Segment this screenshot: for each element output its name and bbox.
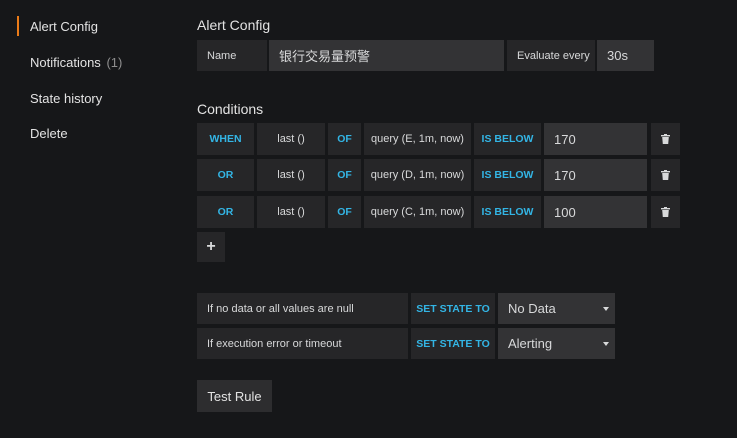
notifications-count: (1): [106, 55, 123, 70]
test-rule-button[interactable]: Test Rule: [197, 380, 272, 412]
sidebar-item-notifications[interactable]: Notifications (1): [30, 55, 122, 70]
condition-operator[interactable]: WHEN: [197, 123, 254, 155]
threshold-input[interactable]: 170: [544, 159, 647, 191]
caret-down-icon: [603, 341, 609, 346]
threshold-input[interactable]: 170: [544, 123, 647, 155]
add-condition-button[interactable]: +: [197, 232, 225, 262]
exec-error-label: If execution error or timeout: [197, 328, 408, 359]
query-selector[interactable]: query (C, 1m, now): [364, 196, 471, 228]
sidebar-item-label: Delete: [30, 126, 68, 141]
alert-config-title: Alert Config: [197, 17, 271, 33]
condition-operator[interactable]: OR: [197, 159, 254, 191]
evaluate-every-input[interactable]: 30s: [597, 40, 654, 71]
trash-icon: [661, 134, 670, 144]
sidebar-item-label: Notifications: [30, 55, 101, 70]
select-value: Alerting: [508, 336, 553, 351]
reducer-function[interactable]: last (): [257, 159, 325, 191]
delete-condition-button[interactable]: [651, 123, 680, 155]
sidebar-item-state-history[interactable]: State history: [30, 91, 102, 106]
no-data-label: If no data or all values are null: [197, 293, 408, 324]
evaluator-type[interactable]: IS BELOW: [474, 159, 541, 191]
evaluator-type[interactable]: IS BELOW: [474, 123, 541, 155]
evaluate-every-label: Evaluate every: [507, 40, 595, 71]
name-input[interactable]: 银行交易量预警: [269, 40, 504, 71]
threshold-input[interactable]: 100: [544, 196, 647, 228]
caret-down-icon: [603, 306, 609, 311]
sidebar-item-label: Alert Config: [30, 19, 98, 34]
sidebar-item-alert-config[interactable]: Alert Config: [30, 19, 98, 34]
no-data-state-select[interactable]: No Data: [498, 293, 615, 324]
active-indicator: [17, 16, 19, 36]
of-keyword: OF: [328, 196, 361, 228]
select-value: No Data: [508, 301, 556, 316]
query-selector[interactable]: query (E, 1m, now): [364, 123, 471, 155]
delete-condition-button[interactable]: [651, 159, 680, 191]
of-keyword: OF: [328, 159, 361, 191]
trash-icon: [661, 207, 670, 217]
set-state-to-label: SET STATE TO: [411, 293, 495, 324]
set-state-to-label: SET STATE TO: [411, 328, 495, 359]
conditions-title: Conditions: [197, 101, 264, 117]
trash-icon: [661, 170, 670, 180]
reducer-function[interactable]: last (): [257, 196, 325, 228]
sidebar-item-label: State history: [30, 91, 103, 106]
condition-operator[interactable]: OR: [197, 196, 254, 228]
exec-error-state-select[interactable]: Alerting: [498, 328, 615, 359]
evaluator-type[interactable]: IS BELOW: [474, 196, 541, 228]
sidebar-item-delete[interactable]: Delete: [30, 126, 68, 141]
of-keyword: OF: [328, 123, 361, 155]
reducer-function[interactable]: last (): [257, 123, 325, 155]
delete-condition-button[interactable]: [651, 196, 680, 228]
query-selector[interactable]: query (D, 1m, now): [364, 159, 471, 191]
name-label: Name: [197, 40, 267, 71]
